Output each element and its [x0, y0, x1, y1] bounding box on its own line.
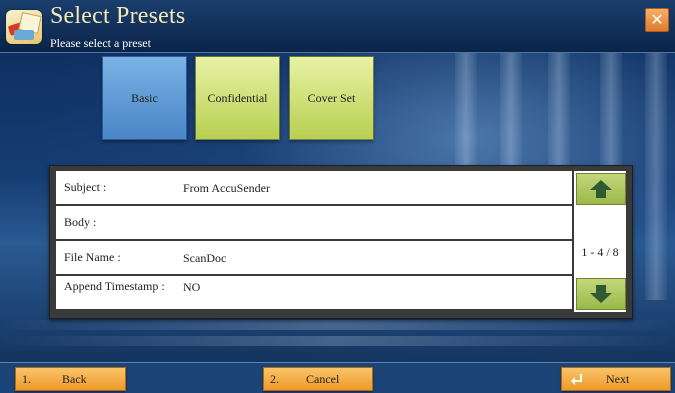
back-button[interactable]: 1. Back	[15, 367, 126, 391]
preset-basic-button[interactable]: Basic	[102, 56, 187, 140]
preset-label: Confidential	[207, 90, 268, 105]
preset-confidential-button[interactable]: Confidential	[195, 56, 280, 140]
app-icon	[6, 10, 42, 44]
close-button[interactable]: ✕	[645, 8, 669, 32]
enter-icon	[571, 374, 582, 385]
scroll-down-button[interactable]	[576, 278, 626, 310]
list-pager: 1 - 4 / 8	[574, 171, 626, 312]
field-value: From AccuSender	[183, 181, 270, 195]
preset-label: Basic	[131, 90, 158, 105]
field-label: Body :	[64, 215, 97, 229]
button-label: Next	[606, 372, 630, 386]
preset-label: Cover Set	[307, 90, 356, 105]
field-row-body[interactable]: Body :	[56, 206, 572, 241]
preset-details-panel: Subject : From AccuSender Body : File Na…	[49, 165, 633, 319]
field-list: Subject : From AccuSender Body : File Na…	[56, 171, 572, 309]
field-label: Subject :	[64, 180, 107, 194]
cancel-button[interactable]: 2. Cancel	[263, 367, 373, 391]
field-label: File Name :	[64, 250, 121, 264]
field-row-subject[interactable]: Subject : From AccuSender	[56, 171, 572, 206]
page-indicator: 1 - 4 / 8	[581, 245, 619, 259]
page-subtitle: Please select a preset	[50, 36, 151, 50]
preset-cover-set-button[interactable]: Cover Set	[289, 56, 374, 140]
close-icon: ✕	[650, 10, 664, 29]
title-bar: Select Presets Please select a preset ✕	[0, 0, 675, 53]
down-arrow-icon	[590, 285, 612, 303]
background-step	[0, 336, 675, 346]
up-arrow-icon	[590, 180, 612, 198]
field-value: ScanDoc	[183, 251, 227, 265]
field-row-file-name[interactable]: File Name : ScanDoc	[56, 241, 572, 276]
button-shortcut-number: 2.	[270, 372, 279, 386]
field-row-append-timestamp[interactable]: Append Timestamp : NO	[56, 276, 572, 309]
page-title: Select Presets	[50, 3, 186, 29]
field-label: Append Timestamp :	[64, 279, 165, 293]
background-step	[0, 320, 675, 330]
scroll-up-button[interactable]	[576, 173, 626, 205]
field-value: NO	[183, 280, 201, 294]
button-shortcut-number: 1.	[22, 372, 31, 386]
button-label: Cancel	[306, 372, 340, 386]
button-label: Back	[62, 372, 87, 386]
next-button[interactable]: Next	[561, 367, 671, 391]
background-pillar	[645, 40, 667, 300]
